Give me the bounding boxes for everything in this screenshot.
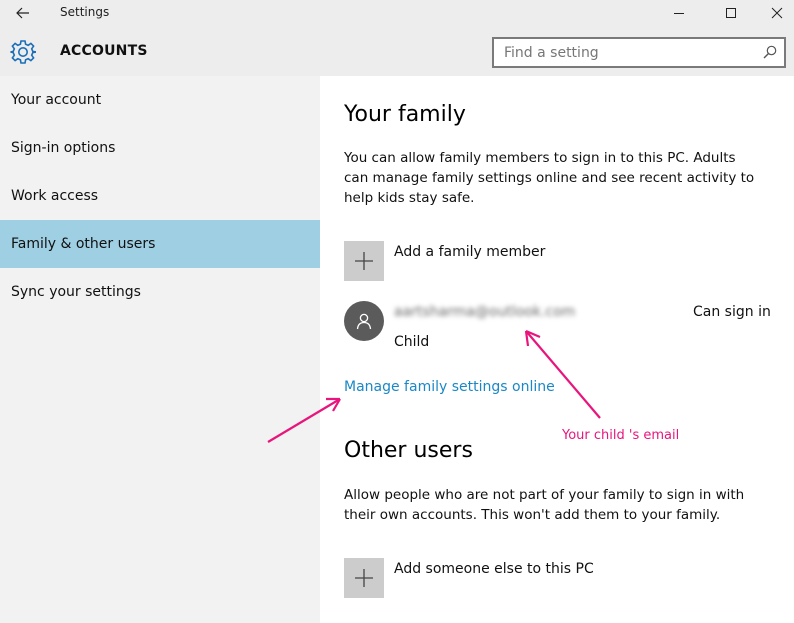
avatar[interactable] — [344, 301, 384, 341]
your-family-description: You can allow family members to sign in … — [344, 150, 755, 206]
annotation-label: Your child 's email — [562, 428, 680, 443]
sidebar-item-your-account[interactable]: Your account — [0, 76, 320, 124]
search-box[interactable] — [492, 37, 786, 68]
back-button[interactable] — [0, 0, 46, 26]
other-users-heading: Other users — [344, 438, 473, 463]
page-title: ACCOUNTS — [60, 43, 148, 59]
back-arrow-icon — [16, 7, 29, 19]
member-email[interactable]: aartsharma@outlook.com — [394, 304, 575, 320]
add-someone-else-button[interactable] — [344, 558, 384, 598]
sidebar-item-label: Your account — [11, 92, 102, 108]
sidebar-item-sync-settings[interactable]: Sync your settings — [0, 268, 320, 316]
other-users-description: Allow people who are not part of your fa… — [344, 487, 745, 523]
sidebar-item-sign-in-options[interactable]: Sign-in options — [0, 124, 320, 172]
person-icon — [356, 313, 372, 330]
sidebar-item-label: Sync your settings — [11, 284, 141, 300]
scrollbar[interactable] — [788, 76, 794, 623]
maximize-button[interactable] — [708, 0, 754, 26]
minimize-button[interactable] — [656, 0, 702, 26]
manage-family-settings-link[interactable]: Manage family settings online — [344, 379, 555, 395]
add-family-member-button[interactable] — [344, 241, 384, 281]
page-header: ACCOUNTS — [0, 26, 794, 76]
sidebar-item-label: Family & other users — [11, 236, 156, 252]
close-icon — [771, 7, 783, 19]
sidebar-item-label: Work access — [11, 188, 99, 204]
member-status: Can sign in — [693, 304, 771, 320]
window-title: Settings — [60, 5, 110, 19]
your-family-heading: Your family — [344, 102, 466, 127]
search-icon[interactable] — [762, 44, 778, 60]
sidebar: Your account Sign-in options Work access… — [0, 76, 320, 623]
add-someone-else-label[interactable]: Add someone else to this PC — [394, 561, 594, 577]
sidebar-item-work-access[interactable]: Work access — [0, 172, 320, 220]
sidebar-item-family-other-users[interactable]: Family & other users — [0, 220, 320, 268]
plus-icon — [355, 569, 373, 587]
member-role: Child — [394, 334, 430, 350]
close-button[interactable] — [754, 0, 794, 26]
main-content: Your family You can allow family members… — [320, 76, 794, 623]
minimize-icon — [674, 13, 684, 14]
maximize-icon — [726, 8, 736, 18]
title-bar: Settings — [0, 0, 794, 26]
sidebar-item-label: Sign-in options — [11, 140, 116, 156]
plus-icon — [355, 252, 373, 270]
search-input[interactable] — [494, 39, 754, 66]
add-family-member-label[interactable]: Add a family member — [394, 244, 545, 260]
gear-icon — [10, 40, 36, 64]
